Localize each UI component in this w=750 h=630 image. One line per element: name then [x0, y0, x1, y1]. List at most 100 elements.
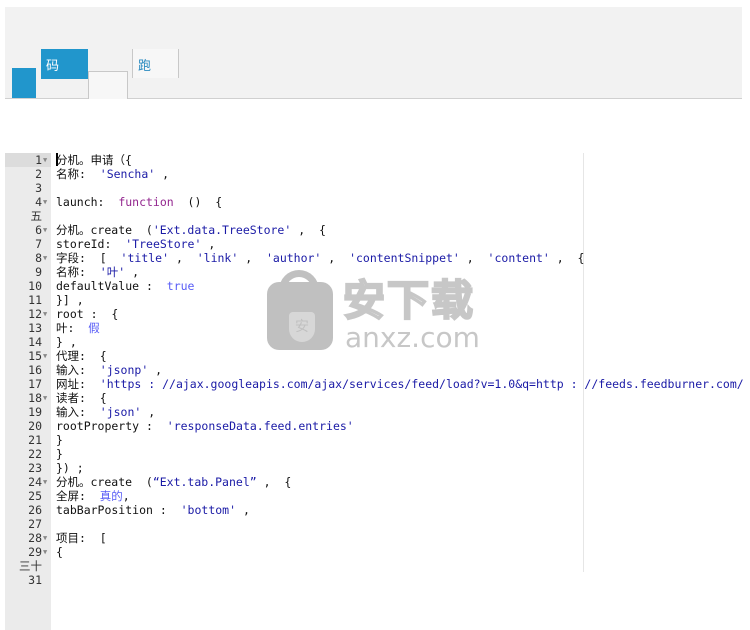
fold-toggle-icon[interactable]: ▼ [43, 307, 51, 321]
line-number: 26 [28, 503, 42, 517]
token-text: 代理: { [56, 349, 107, 363]
code-line[interactable]: storeId: 'TreeStore' , [56, 237, 215, 251]
tab-blank[interactable] [12, 68, 36, 98]
token-str: “Ext.tab.Panel” [152, 475, 257, 489]
tab-run[interactable]: 跑 [132, 49, 179, 78]
token-text: { [56, 545, 63, 559]
code-line[interactable]: 输入: 'json' , [56, 405, 155, 419]
line-number: 25 [28, 489, 42, 503]
fold-toggle-icon[interactable]: ▼ [43, 195, 51, 209]
token-text: , [236, 503, 250, 517]
line-number: 21 [28, 433, 42, 447]
token-text: () { [173, 195, 223, 209]
token-text: }] , [56, 293, 84, 307]
fold-toggle-icon[interactable]: ▼ [43, 391, 51, 405]
code-line[interactable]: }) ; [56, 461, 84, 475]
code-line[interactable]: 名称: 'Sencha' , [56, 167, 169, 181]
line-number: 15 [28, 349, 42, 363]
token-text: 读者: { [56, 391, 107, 405]
line-number: 29 [28, 545, 42, 559]
code-line[interactable]: } , [56, 335, 77, 349]
line-number: 14 [28, 335, 42, 349]
token-cst: true [166, 279, 195, 293]
token-text: , { [549, 251, 585, 265]
line-number: 13 [28, 321, 42, 335]
token-cst: 假 [88, 321, 100, 335]
code-line[interactable]: 代理: { [56, 349, 107, 363]
code-line[interactable]: 全屏: 真的, [56, 489, 130, 503]
token-text: , [125, 265, 139, 279]
code-line[interactable]: 叶: 假 [56, 321, 100, 335]
fold-toggle-icon[interactable]: ▼ [43, 531, 51, 545]
code-line[interactable]: 字段: [ 'title' , 'link' , 'author' , 'con… [56, 251, 584, 265]
token-str: 'TreeStore' [125, 237, 202, 251]
token-text: , [201, 237, 216, 251]
token-text: 网址: [56, 377, 100, 391]
code-line[interactable]: 读者: { [56, 391, 107, 405]
tab-code[interactable]: 码 [41, 49, 88, 79]
line-number: 1 [35, 153, 42, 167]
line-number: 2 [35, 167, 42, 181]
code-line[interactable]: 输入: 'jsonp' , [56, 363, 162, 377]
line-number: 11 [28, 293, 42, 307]
fold-toggle-icon[interactable]: ▼ [43, 251, 51, 265]
code-line[interactable]: 分机。申请（{ [56, 153, 132, 167]
token-str: 'title' [120, 251, 170, 265]
token-str: '叶' [99, 265, 126, 279]
fold-toggle-icon[interactable]: ▼ [43, 153, 51, 167]
line-number: 17 [28, 377, 42, 391]
code-line[interactable]: rootProperty : 'responseData.feed.entrie… [56, 419, 354, 433]
code-line[interactable]: 项目: [ [56, 531, 107, 545]
token-text: , [141, 405, 156, 419]
code-line[interactable]: root : { [56, 307, 118, 321]
token-kw: function [118, 195, 174, 209]
token-str: 'content' [487, 251, 550, 265]
line-number: 28 [28, 531, 42, 545]
line-number: 五 [30, 209, 43, 223]
line-number: 31 [28, 573, 42, 587]
code-line[interactable]: 分机。create (“Ext.tab.Panel” , { [56, 475, 291, 489]
token-text: , [459, 251, 488, 265]
token-text: tabBarPosition : [56, 503, 181, 517]
code-line[interactable]: 网址: 'https : //ajax.googleapis.com/ajax/… [56, 377, 744, 391]
token-text: 输入: [56, 363, 100, 377]
code-line[interactable]: tabBarPosition : 'bottom' , [56, 503, 250, 517]
token-text: , [155, 167, 170, 181]
token-text: , { [256, 475, 292, 489]
code-editor[interactable]: 1 ▼ 2 3 4 ▼ 五 6 ▼ 7 8 ▼ 9 10 11 12 ▼ 13 14 15 ▼ 16 17 18 ▼ 19 20 21… [5, 153, 750, 630]
tab-empty[interactable] [88, 71, 128, 99]
line-number: 27 [28, 517, 42, 531]
fold-toggle-icon[interactable]: ▼ [43, 349, 51, 363]
code-line[interactable]: } [56, 433, 63, 447]
fold-toggle-icon[interactable]: ▼ [43, 475, 51, 489]
token-text: 全屏: [56, 489, 100, 503]
token-str: 'Sencha' [99, 167, 156, 181]
code-line[interactable]: 名称: '叶' , [56, 265, 139, 279]
code-line[interactable]: 分机。create ('Ext.data.TreeStore' , { [56, 223, 326, 237]
token-text: 名称: [56, 265, 100, 279]
line-number: 16 [28, 363, 42, 377]
code-line[interactable]: launch: function () { [56, 195, 222, 209]
token-str: 'author' [265, 251, 322, 265]
token-text: 叶: [56, 321, 89, 335]
token-text: }) ; [56, 461, 84, 475]
code-line[interactable]: { [56, 545, 63, 559]
token-text: 分机。申请（{ [56, 153, 132, 167]
line-number: 23 [28, 461, 42, 475]
token-text: 项目: [ [56, 531, 107, 545]
token-text: defaultValue : [56, 279, 167, 293]
code-line[interactable]: } [56, 447, 63, 461]
fold-toggle-icon[interactable]: ▼ [43, 545, 51, 559]
code-line[interactable]: }] , [56, 293, 84, 307]
token-str: 'link' [196, 251, 239, 265]
line-number: 4 [35, 195, 42, 209]
tab-bar: 码 跑 [5, 7, 742, 99]
fold-toggle-icon[interactable]: ▼ [43, 223, 51, 237]
code-line[interactable]: defaultValue : true [56, 279, 194, 293]
token-str: 'responseData.feed.entries' [166, 419, 354, 433]
line-number: 20 [28, 419, 42, 433]
token-text: 分机。create ( [56, 475, 153, 489]
token-str: 'json' [99, 405, 142, 419]
line-number: 22 [28, 447, 42, 461]
line-number: 7 [35, 237, 42, 251]
